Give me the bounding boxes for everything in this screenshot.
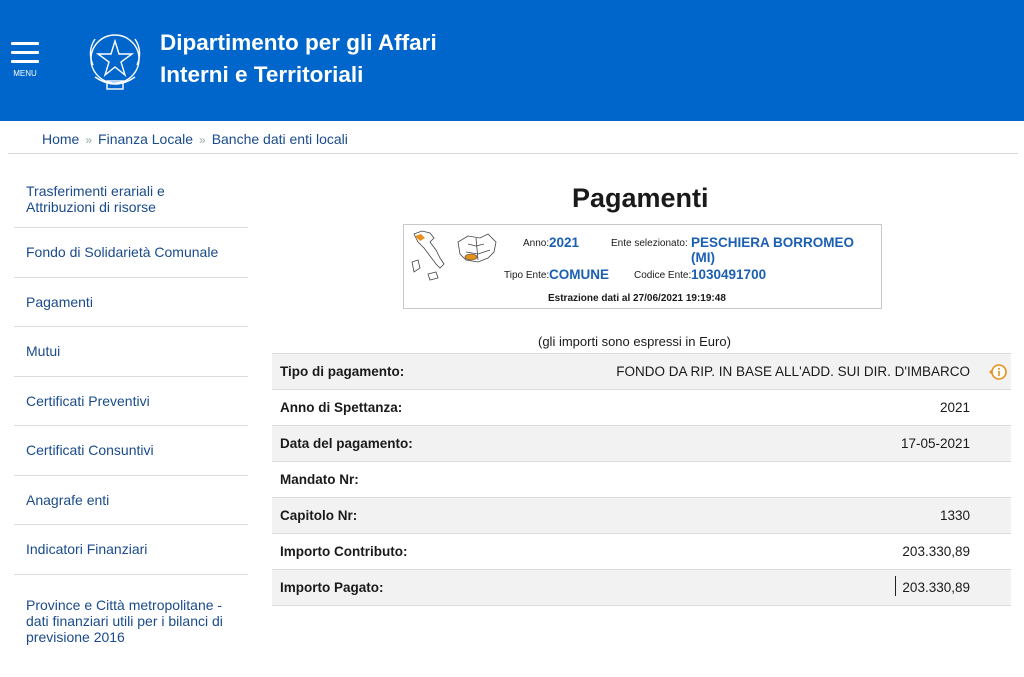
tipo-ente-value: COMUNE xyxy=(549,267,609,282)
anno-label: Anno: xyxy=(523,238,550,249)
row-value: FONDO DA RIP. IN BASE ALL'ADD. SUI DIR. … xyxy=(616,364,970,379)
breadcrumb: Home » Finanza Locale » Banche dati enti loc… xyxy=(42,131,348,147)
info-icon[interactable] xyxy=(987,363,1007,381)
row-label: Mandato Nr: xyxy=(280,472,359,487)
site-title-line1: Dipartimento per gli Affari xyxy=(160,30,437,55)
ente-label: Ente selezionato: xyxy=(611,238,688,249)
chevron-right-icon: » xyxy=(85,133,93,147)
row-value: 2021 xyxy=(939,400,970,415)
entity-info-box: Anno: 2021 Ente selezionato: PESCHIERA B… xyxy=(403,224,882,309)
table-row: Anno di Spettanza: 2021 xyxy=(272,389,1011,425)
table-row: Tipo di pagamento: FONDO DA RIP. IN BASE… xyxy=(272,353,1011,389)
anno-value: 2021 xyxy=(549,235,580,250)
sidebar-item-province-citta[interactable]: Province e Città metropolitane - dati fi… xyxy=(14,575,248,677)
table-row: Mandato Nr: xyxy=(272,461,1011,497)
sidebar-item-certificati-preventivi[interactable]: Certificati Preventivi xyxy=(14,377,248,426)
sidebar-item-anagrafe-enti[interactable]: Anagrafe enti xyxy=(14,476,248,525)
estrazione-timestamp: Estrazione dati al 27/06/2021 19:19:48 xyxy=(548,293,726,304)
codice-ente-label: Codice Ente: xyxy=(634,270,692,281)
chevron-right-icon: » xyxy=(199,133,206,147)
row-label: Importo Contributo: xyxy=(280,544,408,559)
row-label: Capitolo Nr: xyxy=(280,508,358,523)
sidebar-item-indicatori-finanziari[interactable]: Indicatori Finanziari xyxy=(14,525,248,575)
row-label: Importo Pagato: xyxy=(280,580,384,595)
sidebar-item-mutui[interactable]: Mutui xyxy=(14,327,248,377)
page-title: Pagamenti xyxy=(572,183,709,213)
ente-value: PESCHIERA BORROMEO (MI) xyxy=(691,235,855,265)
codice-ente-value: 1030491700 xyxy=(691,267,767,282)
payment-details-table: Tipo di pagamento: FONDO DA RIP. IN BASE… xyxy=(272,353,1011,606)
table-row: Importo Contributo: 203.330,89 xyxy=(272,533,1011,569)
table-row: Importo Pagato: 203.330,89 xyxy=(272,569,1011,606)
menu-button[interactable]: MENU xyxy=(10,42,40,78)
site-title-line2: Interni e Territoriali xyxy=(160,62,364,87)
menu-label: MENU xyxy=(13,69,37,78)
tipo-ente-label: Tipo Ente: xyxy=(504,270,550,281)
row-label: Tipo di pagamento: xyxy=(280,364,405,379)
table-row: Data del pagamento: 17-05-2021 xyxy=(272,425,1011,461)
sidebar-item-fondo-solidarieta[interactable]: Fondo di Solidarietà Comunale xyxy=(14,228,248,278)
italy-map-icon xyxy=(411,230,497,281)
sidebar-item-pagamenti[interactable]: Pagamenti xyxy=(14,278,248,327)
breadcrumb-finanza-locale[interactable]: Finanza Locale xyxy=(98,131,193,147)
sidebar-item-certificati-consuntivi[interactable]: Certificati Consuntivi xyxy=(14,426,248,476)
row-value: 1330 xyxy=(939,508,970,523)
row-label: Data del pagamento: xyxy=(280,436,413,451)
site-title[interactable]: Dipartimento per gli Affari Interni e Te… xyxy=(160,27,437,91)
row-value: 17-05-2021 xyxy=(900,436,970,451)
breadcrumb-home[interactable]: Home xyxy=(42,131,79,147)
breadcrumb-banche-dati[interactable]: Banche dati enti locali xyxy=(212,131,348,147)
divider xyxy=(8,153,1018,154)
text-cursor xyxy=(895,576,896,596)
hamburger-icon xyxy=(11,42,39,45)
sidebar-nav: Trasferimenti erariali e Attribuzioni di… xyxy=(14,170,248,677)
row-value: 203.330,89 xyxy=(902,544,970,559)
table-row: Capitolo Nr: 1330 xyxy=(272,497,1011,533)
currency-note: (gli importi sono espressi in Euro) xyxy=(538,334,731,349)
site-header: MENU Dipartimento per gli Affari Interni… xyxy=(0,0,1024,121)
row-label: Anno di Spettanza: xyxy=(280,400,403,415)
row-value: 203.330,89 xyxy=(902,580,970,595)
republic-emblem-icon[interactable] xyxy=(83,25,147,97)
sidebar-item-trasferimenti[interactable]: Trasferimenti erariali e Attribuzioni di… xyxy=(14,170,248,228)
